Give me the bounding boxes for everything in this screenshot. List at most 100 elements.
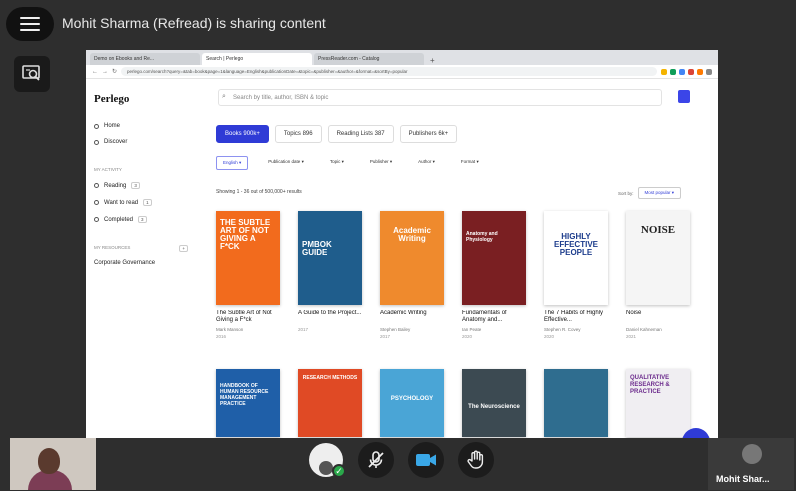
meeting-header: Mohit Sharma (Refread) is sharing conten… xyxy=(0,0,796,46)
raise-hand-button[interactable] xyxy=(458,442,494,478)
book-cover[interactable]: QUALITATIVE RESEARCH & PRACTICE xyxy=(626,369,690,437)
book-cover[interactable]: PSYCHOLOGY xyxy=(380,369,444,437)
tab-count: 387 xyxy=(374,131,385,137)
viewer-options-button[interactable] xyxy=(14,56,50,92)
participant-tile[interactable]: Mohit Shar... xyxy=(708,438,794,490)
sidebar-item-discover[interactable]: Discover xyxy=(94,139,188,145)
book-cover[interactable]: Academic Writing xyxy=(380,211,444,305)
sidebar-item-home[interactable]: Home xyxy=(94,123,188,129)
book-cover[interactable]: RESEARCH METHODS xyxy=(298,369,362,437)
book-card[interactable] xyxy=(544,369,608,437)
sort-label: Sort by: xyxy=(618,190,634,196)
book-year: 2020 xyxy=(544,334,555,339)
book-card[interactable]: PSYCHOLOGY xyxy=(380,369,444,437)
filter-format[interactable]: Format ▾ xyxy=(455,156,485,170)
menu-button[interactable] xyxy=(6,7,54,41)
browser-tab[interactable]: PressReader.com - Catalog xyxy=(314,53,424,65)
book-card[interactable]: QUALITATIVE RESEARCH & PRACTICE xyxy=(626,369,690,437)
extension-icon[interactable] xyxy=(670,68,676,75)
book-title[interactable]: The 7 Habits of Highly Effective... xyxy=(544,310,608,324)
add-icon[interactable]: + xyxy=(179,245,188,252)
book-year: 2020 xyxy=(462,334,473,339)
logo[interactable]: Perlego xyxy=(94,93,188,105)
filter-publisher[interactable]: Publisher ▾ xyxy=(364,156,398,170)
sidebar-item-label: Home xyxy=(104,123,121,129)
reload-icon[interactable]: ↻ xyxy=(112,68,117,75)
book-cover[interactable]: Anatomy and Physiology xyxy=(462,211,526,305)
filter-label: Author xyxy=(418,159,432,164)
mic-button[interactable] xyxy=(358,442,394,478)
book-card[interactable]: Academic Writing Academic Writing Stephe… xyxy=(380,211,444,339)
book-card[interactable]: PMBOK GUIDE A Guide to the Project... 20… xyxy=(298,211,362,332)
filter-label: Topic xyxy=(329,159,341,164)
book-card[interactable]: HIGHLY EFFECTIVE PEOPLE The 7 Habits of … xyxy=(544,211,608,339)
my-avatar-button[interactable]: ✓ xyxy=(308,442,346,478)
extension-icon[interactable] xyxy=(688,68,694,75)
chat-help-icon: ⌕ xyxy=(692,434,700,439)
book-card[interactable]: THE SUBTLE ART OF NOT GIVING A F*CK The … xyxy=(216,211,280,339)
book-title[interactable]: Noise xyxy=(626,310,690,324)
extension-icon[interactable] xyxy=(697,68,703,75)
video-camera-icon xyxy=(416,454,436,466)
home-icon xyxy=(94,123,99,129)
filter-label: Format xyxy=(460,159,476,164)
main-content: Search by title, author, ISBN & topic ⌕ … xyxy=(212,79,712,438)
book-cover[interactable]: The Neuroscience xyxy=(462,369,526,437)
sidebar-item-want-to-read[interactable]: Want to read 1 xyxy=(94,199,188,206)
filter-author[interactable]: Author ▾ xyxy=(412,156,441,170)
extension-icon[interactable] xyxy=(661,68,667,75)
new-tab-icon[interactable]: + xyxy=(426,56,439,65)
cover-text: HANDBOOK OF HUMAN RESOURCE MANAGEMENT PR… xyxy=(220,383,269,407)
sidebar-item-completed[interactable]: Completed 3 xyxy=(94,216,188,223)
book-title[interactable]: The Subtle Art of Not Giving a F*ck xyxy=(216,310,280,324)
filter-publication-date[interactable]: Publication date ▾ xyxy=(262,156,310,170)
book-card[interactable]: Anatomy and Physiology Fundamentals of A… xyxy=(462,211,526,339)
sort-select[interactable]: Most popular ▾ xyxy=(637,187,682,199)
cover-text: HIGHLY EFFECTIVE PEOPLE xyxy=(553,232,598,257)
book-cover[interactable]: HIGHLY EFFECTIVE PEOPLE xyxy=(544,211,608,305)
tab-count: 6k+ xyxy=(438,131,449,137)
filter-topic[interactable]: Topic ▾ xyxy=(324,156,350,170)
tab-publishers[interactable]: Publishers 6k+ xyxy=(399,125,458,143)
book-cover[interactable] xyxy=(544,369,608,437)
extension-icon[interactable] xyxy=(679,68,685,75)
book-cover[interactable]: PMBOK GUIDE xyxy=(298,211,362,305)
check-circle-icon xyxy=(94,217,99,222)
filter-language[interactable]: English ▾ xyxy=(216,156,249,170)
book-title[interactable]: Fundamentals of Anatomy and... xyxy=(462,310,526,324)
tab-books[interactable]: Books 900k+ xyxy=(216,125,269,143)
book-cover[interactable]: THE SUBTLE ART OF NOT GIVING A F*CK xyxy=(216,211,280,305)
microphone-muted-icon xyxy=(368,451,384,468)
tab-label: Publishers xyxy=(408,131,437,137)
tab-topics[interactable]: Topics 896 xyxy=(274,125,322,143)
browser-tab[interactable]: Demo on Ebooks and Re... xyxy=(90,53,200,65)
sidebar-item-corporate-governance[interactable]: Corporate Governance xyxy=(94,260,188,266)
back-icon[interactable]: ← xyxy=(92,69,98,75)
browser-tab-active[interactable]: Search | Perlego xyxy=(202,53,312,65)
search-input[interactable]: Search by title, author, ISBN & topic xyxy=(218,89,662,106)
book-card[interactable]: RESEARCH METHODS xyxy=(298,369,362,437)
cover-text: NOISE xyxy=(640,224,676,236)
camera-button[interactable] xyxy=(408,442,444,478)
book-card[interactable]: HANDBOOK OF HUMAN RESOURCE MANAGEMENT PR… xyxy=(216,369,280,437)
book-card[interactable]: NOISE Noise Daniel Kahneman 2021 xyxy=(626,211,690,339)
sidebar-item-reading[interactable]: Reading 3 xyxy=(94,182,188,189)
extension-icon[interactable] xyxy=(706,68,712,75)
book-title[interactable]: Academic Writing xyxy=(380,310,444,324)
raise-hand-icon xyxy=(467,450,484,469)
book-cover[interactable]: NOISE xyxy=(626,211,690,305)
perlego-app: Perlego Home Discover MY ACTIVITY Readin… xyxy=(86,79,718,438)
tab-reading-lists[interactable]: Reading Lists 387 xyxy=(327,125,394,143)
book-author: Mark Manson xyxy=(216,327,244,332)
self-video-tile[interactable] xyxy=(10,438,96,490)
extension-icons xyxy=(661,68,712,75)
user-avatar-button[interactable] xyxy=(678,90,690,103)
book-title[interactable]: A Guide to the Project... xyxy=(298,310,362,324)
forward-icon[interactable]: → xyxy=(102,69,108,75)
sidebar-item-label: Completed xyxy=(104,216,134,223)
book-card[interactable]: The Neuroscience xyxy=(462,369,526,437)
address-bar[interactable]: perlego.com/search?query=&tab=book&page=… xyxy=(121,67,657,76)
book-year: 2017 xyxy=(380,334,391,339)
book-cover[interactable]: HANDBOOK OF HUMAN RESOURCE MANAGEMENT PR… xyxy=(216,369,280,437)
self-video-face xyxy=(38,448,60,474)
